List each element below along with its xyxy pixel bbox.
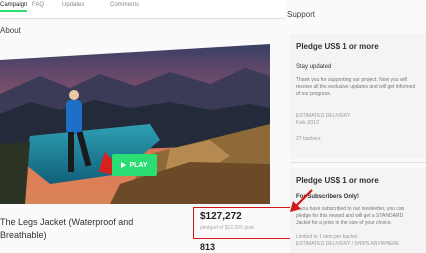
tab-comments[interactable]: Comments (110, 2, 139, 8)
play-button-label: PLAY (129, 161, 148, 169)
support-heading: Support (287, 10, 316, 19)
project-nav: Campaign FAQ Updates Comments (0, 0, 285, 19)
reward-card-1[interactable]: Pledge US$ 1 or more Stay updated Thank … (290, 34, 426, 159)
pledged-goal-label: pledged of $12,000 goal (200, 225, 254, 231)
reward-2-pledge: Pledge US$ 1 or more (296, 176, 379, 185)
pledged-box: $127,272 pledged of $12,000 goal (193, 207, 293, 239)
play-button[interactable]: PLAY (112, 154, 157, 176)
backers-count: 813 (200, 242, 216, 252)
reward-2-limit: Limited to 1 item per backer (296, 234, 358, 240)
reward-1-description: Thank you for supporting our project. No… (296, 77, 416, 97)
tab-updates[interactable]: Updates (62, 2, 84, 8)
play-icon (121, 162, 127, 168)
pledged-amount: $127,272 (200, 211, 242, 222)
reward-1-pledge: Pledge US$ 1 or more (296, 42, 379, 51)
video-player[interactable]: PLAY (0, 44, 270, 204)
tab-campaign[interactable]: Campaign (0, 2, 28, 12)
page: Campaign FAQ Updates Comments About PLAY… (0, 0, 426, 253)
reward-2-note: ESTIMATED DELIVERY / SHIPS ANYWHERE (296, 241, 400, 247)
project-title-line1: The Legs Jacket (Waterproof and (0, 217, 134, 227)
reward-1-delivery-label: ESTIMATED DELIVERY (296, 113, 351, 119)
reward-1-name: Stay updated (296, 64, 332, 70)
project-title: The Legs Jacket (Waterproof and Breathab… (0, 216, 133, 242)
reward-1-delivery-date: Feb 2012 (296, 120, 320, 126)
reward-1-backers: 27 backers (296, 136, 321, 142)
project-title-line2: Breathable) (0, 230, 47, 240)
tab-faq[interactable]: FAQ (32, 2, 44, 8)
about-heading: About (0, 26, 21, 35)
reward-divider (290, 162, 426, 163)
video-thumbnail (0, 44, 270, 204)
annotation-arrow-icon (290, 189, 313, 212)
